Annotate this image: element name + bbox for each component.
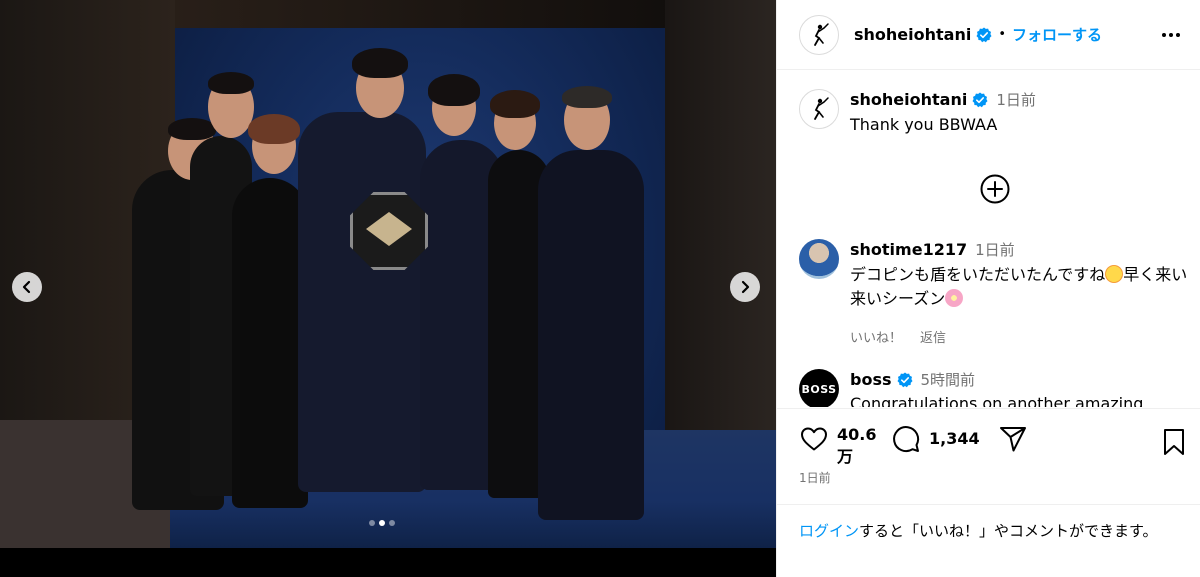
- person-6-hair: [490, 90, 540, 118]
- chevron-right-icon: [741, 280, 750, 294]
- person-4: [298, 112, 426, 492]
- carousel-dot: [389, 520, 395, 526]
- comment-like-button[interactable]: いいね！: [850, 327, 902, 346]
- carousel-next-button[interactable]: [730, 272, 760, 302]
- post-time[interactable]: 1日前: [799, 469, 831, 486]
- carousel-prev-button[interactable]: [12, 272, 42, 302]
- person-3: [232, 178, 308, 508]
- person-1-hair: [168, 118, 216, 140]
- heart-icon[interactable]: [799, 424, 829, 454]
- carousel-dot: [369, 520, 375, 526]
- post-media: [0, 0, 776, 577]
- like-count[interactable]: 40.6 万: [837, 424, 877, 468]
- verified-badge-icon: [897, 372, 912, 387]
- more-dot: [1169, 32, 1173, 37]
- comment-time[interactable]: 1日前: [975, 239, 1015, 260]
- comment-body: shotime1217 1日前 デコピンも盾をいただいたんですね 早く来い来いシー…: [850, 239, 1190, 346]
- caption-time[interactable]: 1日前: [996, 89, 1036, 110]
- post-side-panel: shoheiohtani • フォローする shoheiohtani 1日前 T…: [776, 0, 1200, 577]
- comment-text: Congratulations on another amazing: [850, 394, 1144, 407]
- share-icon[interactable]: [998, 424, 1028, 454]
- comment-username[interactable]: shotime1217: [850, 240, 967, 259]
- person-5-hair: [428, 74, 480, 106]
- more-options-icon[interactable]: [1162, 32, 1180, 37]
- comment-item: BOSS boss 5時間前 Congratulations on anothe…: [799, 369, 1143, 407]
- person-2-hair: [208, 72, 254, 94]
- comments-section: shoheiohtani 1日前 Thank you BBWAA shotime…: [777, 71, 1200, 407]
- like-count-unit: 万: [837, 447, 854, 466]
- cherry-blossom-icon: [945, 289, 964, 307]
- comment-text: デコピンも盾をいただいたんですね 早く来い来いシーズン: [850, 263, 1190, 311]
- comment-count[interactable]: 1,344: [929, 428, 980, 450]
- comment-actions: いいね！ 返信: [850, 327, 1190, 346]
- commenter-avatar[interactable]: [799, 239, 839, 279]
- batter-logo-icon: [814, 22, 829, 46]
- comment-time[interactable]: 5時間前: [921, 369, 976, 390]
- caption-author-avatar[interactable]: [799, 89, 839, 129]
- header-separator: •: [998, 27, 1007, 42]
- login-prompt-text: すると「いいね！」やコメントができます。: [859, 522, 1158, 540]
- bookmark-icon[interactable]: [1161, 428, 1187, 456]
- post-photo: [0, 0, 776, 548]
- load-more-comments-icon[interactable]: [979, 173, 1011, 205]
- carousel-indicator: [369, 520, 395, 526]
- author-username[interactable]: shoheiohtani: [854, 25, 971, 44]
- comment-item: shotime1217 1日前 デコピンも盾をいただいたんですね 早く来い来いシー…: [799, 239, 1190, 346]
- author-avatar[interactable]: [799, 14, 839, 55]
- comment-username[interactable]: boss: [850, 370, 892, 389]
- caption-text: Thank you BBWAA: [850, 115, 998, 134]
- comment-reply-button[interactable]: 返信: [920, 327, 946, 346]
- more-dot: [1162, 32, 1166, 37]
- batter-logo-icon: [814, 97, 829, 120]
- login-prompt: ログインすると「いいね！」やコメントができます。: [777, 504, 1200, 577]
- like-count-value: 40.6: [837, 425, 877, 444]
- verified-badge-icon: [976, 27, 992, 42]
- follow-button[interactable]: フォローする: [1012, 24, 1102, 45]
- post-caption: shoheiohtani 1日前 Thank you BBWAA: [799, 89, 1036, 136]
- caption-meta: shoheiohtani 1日前: [850, 89, 1036, 110]
- login-link[interactable]: ログイン: [799, 522, 859, 540]
- verified-badge-icon: [972, 92, 988, 107]
- carousel-dot-active: [379, 520, 385, 526]
- person-4-hair: [352, 48, 408, 78]
- chevron-left-icon: [22, 280, 31, 294]
- caption-username[interactable]: shoheiohtani: [850, 90, 967, 109]
- action-buttons-row: 40.6 万 1,344: [799, 424, 1028, 468]
- comment-text-part1: デコピンも盾をいただいたんですね: [850, 265, 1106, 284]
- comment-meta: shotime1217 1日前: [850, 239, 1190, 260]
- more-dot: [1176, 32, 1180, 37]
- post-header: shoheiohtani • フォローする: [777, 0, 1200, 70]
- comment-meta: boss 5時間前: [850, 369, 1143, 390]
- commenter-avatar[interactable]: BOSS: [799, 369, 839, 407]
- person-3-hair: [248, 114, 300, 144]
- person-7-hair: [562, 86, 612, 108]
- caption-body: shoheiohtani 1日前 Thank you BBWAA: [850, 89, 1036, 136]
- post-actions-bar: 40.6 万 1,344 1日前: [777, 408, 1200, 504]
- comment-icon[interactable]: [891, 424, 921, 454]
- smiling-face-with-hearts-icon: [1105, 265, 1124, 283]
- comment-body: boss 5時間前 Congratulations on another ama…: [850, 369, 1143, 407]
- person-7: [538, 150, 644, 520]
